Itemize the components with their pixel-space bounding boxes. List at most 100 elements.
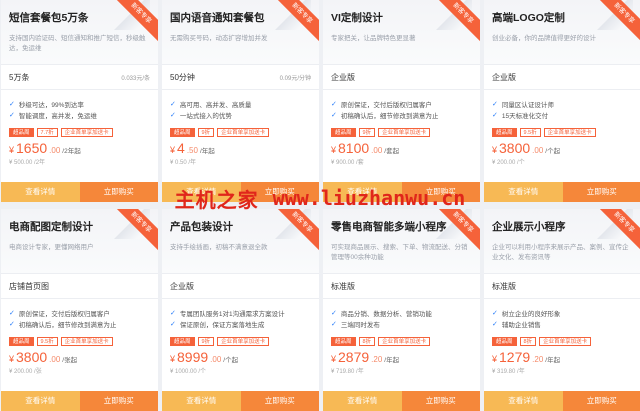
check-icon: ✓ xyxy=(170,100,176,108)
price-decimal: .00 xyxy=(49,355,61,364)
promo-tag: 企业首单享加送卡 xyxy=(60,128,113,137)
feature-item: ✓ 初稿确认后，细节修改到满意为止 xyxy=(9,318,150,329)
feature-item: ✓ 三端同时发布 xyxy=(331,318,472,329)
check-icon: ✓ xyxy=(9,111,15,119)
buy-now-button[interactable]: 立即购买 xyxy=(562,391,640,411)
price-period: /年起 xyxy=(199,148,215,155)
currency-symbol: ¥ xyxy=(492,354,498,364)
promo-tags: 超品周 9折 企业首单享加送卡 xyxy=(162,124,319,138)
view-details-button[interactable]: 查看详情 xyxy=(162,391,241,411)
spec-selector[interactable]: 标准版 xyxy=(484,273,640,299)
card-header: 零售电商智能多端小程序 可实现商品展示、搜索、下单、物流配送、分销管理等00余种… xyxy=(323,209,480,273)
feature-text: 15天标准化交付 xyxy=(501,112,549,120)
spec-selector[interactable]: 标准版 xyxy=(323,273,480,299)
check-icon: ✓ xyxy=(9,320,15,328)
buy-now-button[interactable]: 立即购买 xyxy=(79,182,158,202)
check-icon: ✓ xyxy=(170,320,176,328)
price-decimal: .20 xyxy=(371,355,383,364)
price: ¥ 8100 .00 /套起 xyxy=(323,138,480,156)
buy-now-button[interactable]: 立即购买 xyxy=(240,182,319,202)
check-icon: ✓ xyxy=(170,111,176,119)
price: ¥ 3800 .00 /个起 xyxy=(484,138,640,156)
buy-now-button[interactable]: 立即购买 xyxy=(562,182,640,202)
price-decimal: .50 xyxy=(186,146,198,155)
card-description: 企业可以利用小程序来展示产品、案例、宣传企业文化、发布资讯等 xyxy=(492,244,629,261)
spec-selector[interactable]: 企业版 xyxy=(162,273,319,299)
price-value: 2879 xyxy=(338,349,370,365)
card-description: 专家把关，让品牌特色更显著 xyxy=(331,35,416,42)
currency-symbol: ¥ xyxy=(331,354,337,364)
promo-tag: 9折 xyxy=(358,128,376,137)
promo-tag: 企业首单享加送卡 xyxy=(539,337,592,346)
currency-symbol: ¥ xyxy=(492,145,498,155)
feature-text: 保证原创，保证方案落地生成 xyxy=(179,321,265,329)
card-description: 可实现商品展示、搜索、下单、物流配送、分销管理等00余种功能 xyxy=(331,244,468,261)
feature-list: ✓ 原创保证，交付后版权归属客户 ✓ 初稿确认后，细节修改到满意为止 xyxy=(323,90,480,124)
price: ¥ 2879 .20 /年起 xyxy=(323,347,480,365)
promo-tag: 8折 xyxy=(358,337,376,346)
buy-now-button[interactable]: 立即购买 xyxy=(401,391,480,411)
promo-tag: 9.5折 xyxy=(36,337,58,346)
spec-selector[interactable]: 企业版 xyxy=(484,64,640,90)
promo-tag: 7.7折 xyxy=(36,128,58,137)
spec-name: 店铺首页图 xyxy=(9,281,49,291)
feature-item: ✓ 商品分销、数据分析、营销功能 xyxy=(331,307,472,318)
card-description: 支持国内验证码、短信通知和推广短信，秒级触达，免运维 xyxy=(9,35,146,52)
card-header: 电商配图定制设计 电商设计专家，更懂网络用户 新客专享 xyxy=(1,209,158,273)
currency-symbol: ¥ xyxy=(331,145,337,155)
unit-price: 0.09元/分钟 xyxy=(279,75,311,82)
check-icon: ✓ xyxy=(9,309,15,317)
card-actions: 查看详情 立即购买 xyxy=(323,182,480,202)
unit-price: 0.033元/条 xyxy=(121,75,150,82)
view-details-button[interactable]: 查看详情 xyxy=(323,182,402,202)
check-icon: ✓ xyxy=(492,100,498,108)
spec-selector[interactable]: 5万条 0.033元/条 xyxy=(1,64,158,90)
promo-tag: 超品周 xyxy=(9,128,34,137)
promo-tag: 企业首单享加送卡 xyxy=(217,128,270,137)
spec-selector[interactable]: 企业版 xyxy=(323,64,480,90)
price-period: /年起 xyxy=(545,357,561,364)
promo-tag: 9折 xyxy=(197,337,215,346)
feature-text: 秒级可达，99%到达率 xyxy=(18,101,84,109)
spec-selector[interactable]: 50分钟 0.09元/分钟 xyxy=(162,64,319,90)
currency-symbol: ¥ xyxy=(170,145,176,155)
promo-tags: 超品周 9折 企业首单享加送卡 xyxy=(162,333,319,347)
price-decimal: .00 xyxy=(210,355,222,364)
view-details-button[interactable]: 查看详情 xyxy=(484,182,563,202)
feature-text: 树立企业的良好形象 xyxy=(501,310,561,318)
view-details-button[interactable]: 查看详情 xyxy=(323,391,402,411)
price-decimal: .00 xyxy=(532,146,544,155)
currency-symbol: ¥ xyxy=(9,145,15,155)
card-description: 无需购买号码，动态扩容增加并发 xyxy=(170,35,268,42)
feature-item: ✓ 原创保证，交付后版权归属客户 xyxy=(9,307,150,318)
promo-tag: 超品周 xyxy=(331,337,356,346)
view-details-button[interactable]: 查看详情 xyxy=(1,391,80,411)
spec-selector[interactable]: 店铺首页图 xyxy=(1,273,158,299)
buy-now-button[interactable]: 立即购买 xyxy=(240,391,319,411)
feature-list: ✓ 树立企业的良好形象 ✓ 辅助企业销售 xyxy=(484,299,640,333)
original-price: ¥ 200.00 /张 xyxy=(9,369,42,375)
feature-text: 商品分销、数据分析、营销功能 xyxy=(340,310,432,318)
view-details-button[interactable]: 查看详情 xyxy=(484,391,563,411)
check-icon: ✓ xyxy=(331,320,337,328)
feature-text: 专属团队服务1对1沟通需求方案设计 xyxy=(179,310,285,318)
price-value: 4 xyxy=(177,140,185,156)
card-description: 支持手绘插画，初稿不满意退全款 xyxy=(170,244,268,251)
buy-now-button[interactable]: 立即购买 xyxy=(79,391,158,411)
product-card: 短信套餐包5万条 支持国内验证码、短信通知和推广短信，秒级触达，免运维 新客专享… xyxy=(1,0,158,202)
card-header: 短信套餐包5万条 支持国内验证码、短信通知和推广短信，秒级触达，免运维 新客专享 xyxy=(1,0,158,64)
view-details-button[interactable]: 查看详情 xyxy=(162,182,241,202)
feature-text: 高可用、高并发、高质量 xyxy=(179,101,252,109)
price: ¥ 4 .50 /年起 xyxy=(162,138,319,156)
promo-tag: 9.5折 xyxy=(519,128,541,137)
check-icon: ✓ xyxy=(170,309,176,317)
price-value: 3800 xyxy=(499,140,531,156)
feature-text: 初稿确认后，细节修改到满意为止 xyxy=(340,112,439,120)
card-actions: 查看详情 立即购买 xyxy=(162,391,319,411)
view-details-button[interactable]: 查看详情 xyxy=(1,182,80,202)
feature-item: ✓ 原创保证，交付后版权归属客户 xyxy=(331,98,472,109)
buy-now-button[interactable]: 立即购买 xyxy=(401,182,480,202)
original-price: ¥ 319.80 /年 xyxy=(492,369,525,375)
feature-list: ✓ 商品分销、数据分析、营销功能 ✓ 三端同时发布 xyxy=(323,299,480,333)
price: ¥ 8999 .00 /个起 xyxy=(162,347,319,365)
